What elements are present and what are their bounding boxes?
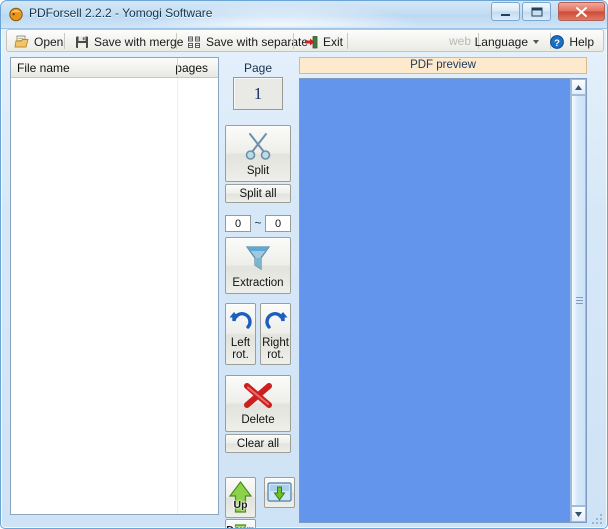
window-title: PDForsell 2.2.2 - Yomogi Software (29, 6, 213, 20)
toolbar: Open Save with merge Save with separate … (6, 29, 604, 52)
folder-save-icon (267, 482, 292, 502)
green-up-arrow-icon (228, 481, 253, 513)
clear-all-button[interactable]: Clear all (225, 434, 291, 453)
rotate-left-label-1: Left (230, 336, 251, 349)
app-icon (8, 6, 24, 22)
column-divider-body (177, 78, 178, 514)
range-from-input[interactable]: 0 (225, 215, 251, 232)
split-all-label: Split all (239, 187, 277, 200)
move-up-label: Up (233, 499, 248, 511)
clear-all-label: Clear all (236, 437, 280, 450)
scrollbar-grip (576, 296, 583, 305)
range-separator: ~ (254, 216, 262, 230)
page-number-value: 1 (253, 83, 263, 103)
toolbar-separator (64, 33, 65, 49)
help-question-icon: ? (549, 34, 565, 50)
language-label: Language (474, 34, 528, 49)
rotate-right-button[interactable]: Right rot. (260, 303, 291, 365)
scrollbar-thumb[interactable] (571, 95, 586, 506)
language-dropdown[interactable]: Language (470, 31, 544, 52)
exit-button[interactable]: Exit (298, 31, 348, 52)
extraction-label: Extraction (232, 277, 284, 289)
preview-vertical-scrollbar[interactable] (570, 79, 586, 522)
page-number-field[interactable]: 1 (233, 77, 283, 110)
save-with-merge-label: Save with merge (94, 34, 184, 49)
red-x-icon (241, 381, 275, 414)
move-down-button[interactable]: Down (225, 519, 256, 528)
column-header-pages[interactable]: pages (175, 61, 208, 75)
grid-separate-icon (186, 34, 202, 50)
split-button[interactable]: Split (225, 125, 291, 182)
control-panel: Page 1 Split Split all 0 ~ 0 Extraction … (221, 57, 295, 528)
scroll-down-arrow-icon[interactable] (571, 506, 586, 522)
folder-open-icon (14, 34, 30, 50)
minimize-button[interactable] (491, 2, 520, 21)
rotate-right-icon (263, 308, 289, 337)
exit-label: Exit (323, 34, 344, 49)
file-list-header: File name pages (11, 58, 218, 78)
toolbar-separator (176, 33, 177, 49)
rotate-left-label-2: rot. (232, 348, 249, 361)
funnel-icon (242, 242, 274, 277)
exit-door-icon (303, 34, 319, 50)
close-button[interactable] (558, 2, 605, 21)
split-all-button[interactable]: Split all (225, 184, 291, 203)
page-label: Page (243, 61, 273, 75)
save-to-folder-button[interactable] (264, 477, 295, 508)
rotate-left-button[interactable]: Left rot. (225, 303, 256, 365)
pdf-preview-header: PDF preview (299, 57, 587, 74)
help-button[interactable]: ? Help (544, 31, 599, 52)
extraction-button[interactable]: Extraction (225, 237, 291, 294)
pdf-preview-area[interactable] (299, 78, 587, 523)
toolbar-separator (293, 33, 294, 49)
split-label: Split (246, 165, 270, 177)
scroll-up-arrow-icon[interactable] (571, 79, 586, 95)
file-list-body[interactable] (11, 78, 218, 514)
title-bar: PDForsell 2.2.2 - Yomogi Software (1, 1, 607, 29)
move-up-button[interactable]: Up (225, 477, 256, 518)
open-button[interactable]: Open (9, 31, 68, 52)
chevron-down-icon (533, 39, 539, 44)
save-with-merge-button[interactable]: Save with merge (69, 31, 188, 52)
toolbar-separator (347, 33, 348, 49)
move-down-label: Down (226, 524, 255, 528)
delete-label: Delete (241, 414, 275, 426)
open-label: Open (34, 34, 64, 49)
rotate-left-icon (228, 308, 254, 337)
column-header-file-name[interactable]: File name (17, 61, 70, 75)
svg-text:?: ? (554, 38, 560, 49)
range-to-input[interactable]: 0 (265, 215, 291, 232)
scissors-icon (241, 130, 275, 165)
delete-button[interactable]: Delete (225, 375, 291, 432)
rotate-right-label-1: Right (262, 336, 289, 349)
web-link[interactable]: web (449, 34, 471, 48)
floppy-disk-icon (74, 34, 90, 50)
help-label: Help (569, 34, 594, 49)
resize-grip[interactable] (592, 514, 604, 526)
file-list[interactable]: File name pages (10, 57, 219, 515)
rotate-right-label-2: rot. (267, 348, 284, 361)
column-divider[interactable] (177, 58, 178, 77)
maximize-button[interactable] (522, 2, 551, 21)
application-window: PDForsell 2.2.2 - Yomogi Software Open S… (0, 0, 608, 529)
